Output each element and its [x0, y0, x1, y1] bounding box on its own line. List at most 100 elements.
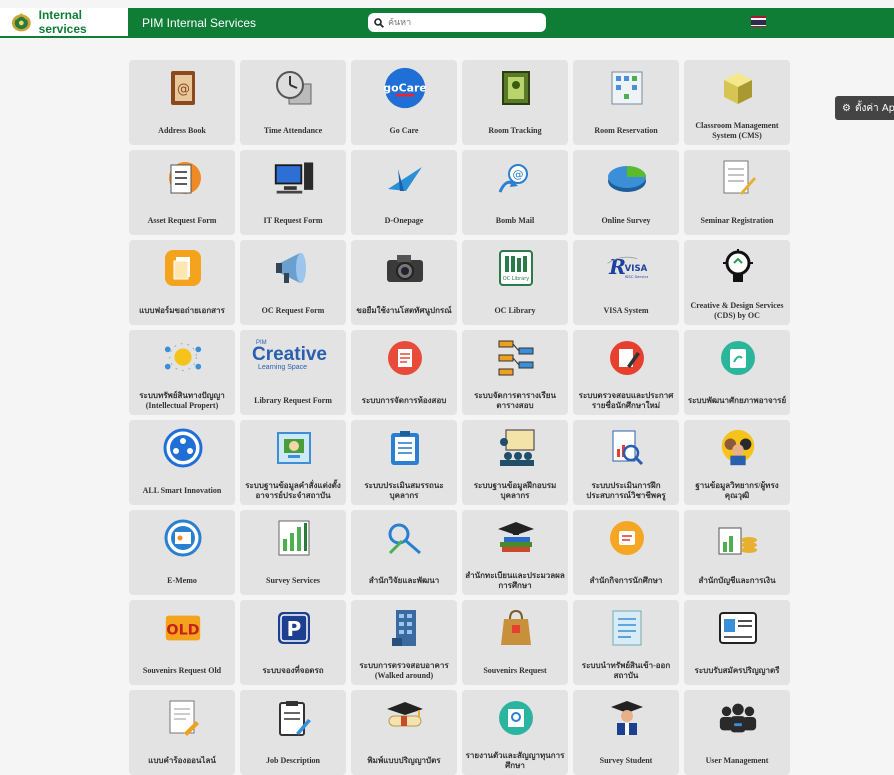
- service-tile[interactable]: R VISA ISSC Service VISA System: [573, 240, 679, 325]
- service-tile[interactable]: OC Library OC Library: [462, 240, 568, 325]
- service-tile[interactable]: ระบบตรวจสอบและประกาศรายชื่อนักศึกษาใหม่: [573, 330, 679, 415]
- service-tile[interactable]: แบบฟอร์มขอถ่ายเอกสาร: [129, 240, 235, 325]
- service-tile-label: สำนักกิจการนักศึกษา: [589, 576, 663, 585]
- service-tile-label: D-Onepage: [384, 216, 424, 225]
- service-tile[interactable]: Online Survey: [573, 150, 679, 235]
- service-tile[interactable]: Room Tracking: [462, 60, 568, 145]
- request-document-icon: [162, 698, 204, 738]
- floor-plan-icon: [606, 68, 648, 108]
- service-tile-label: Souvenirs Request: [483, 666, 547, 675]
- service-tile-label: Library Request Form: [254, 396, 332, 405]
- service-tile[interactable]: สำนักวิจัยและพัฒนา: [351, 510, 457, 595]
- svg-text:goCare: goCare: [384, 81, 426, 94]
- service-tile-label: E-Memo: [167, 576, 197, 585]
- service-tile[interactable]: User Management: [684, 690, 790, 775]
- service-tile[interactable]: Asset Request Form: [129, 150, 235, 235]
- service-tile-label: Time Attendance: [263, 126, 323, 135]
- service-tile[interactable]: สำนักบัญชีและการเงิน: [684, 510, 790, 595]
- service-tile[interactable]: รายงานตัวและสัญญาทุนการศึกษา: [462, 690, 568, 775]
- service-tile[interactable]: ขอยืมใช้งานโสตทัศนูปกรณ์: [351, 240, 457, 325]
- clipboard-checklist-icon: [162, 158, 204, 198]
- service-tile-label: แบบฟอร์มขอถ่ายเอกสาร: [139, 306, 225, 315]
- search-input[interactable]: [388, 17, 538, 28]
- service-tile[interactable]: ALL Smart Innovation: [129, 420, 235, 505]
- service-tile-label: ระบบฐานข้อมูลฝึกอบรมบุคลากร: [473, 481, 557, 500]
- service-tile[interactable]: Classroom Management System (CMS): [684, 60, 790, 145]
- service-tile[interactable]: @ Address Book: [129, 60, 235, 145]
- service-tile[interactable]: พิมพ์แบบปริญญาบัตร: [351, 690, 457, 775]
- service-tile[interactable]: ระบบประเมินสมรรถนะบุคลากร: [351, 420, 457, 505]
- svg-text:@: @: [177, 82, 190, 97]
- pim-logo-icon: [11, 13, 31, 32]
- service-tile[interactable]: ฐานข้อมูลวิทยากร/ผู้ทรงคุณวุฒิ: [684, 420, 790, 505]
- service-tile-label: OC Library: [494, 306, 536, 315]
- app-settings-button[interactable]: ⚙ ตั้งค่า App: [835, 96, 894, 120]
- parking-icon: P: [273, 608, 315, 648]
- service-tile[interactable]: ระบบฐานข้อมูลฝึกอบรมบุคลากร: [462, 420, 568, 505]
- service-tile[interactable]: ระบบการตรวจสอบอาคาร (Walked around): [351, 600, 457, 685]
- service-tile-label: ระบบตรวจสอบและประกาศรายชื่อนักศึกษาใหม่: [578, 391, 674, 410]
- service-tile[interactable]: ระบบการจัดการห้องสอบ: [351, 330, 457, 415]
- gift-bag-icon: [495, 608, 537, 648]
- service-tile[interactable]: Creative & Design Services (CDS) by OC: [684, 240, 790, 325]
- visa-logo: R VISA ISSC Service: [606, 248, 648, 288]
- service-tile[interactable]: สำนักทะเบียนและประมวลผลการศึกษา: [462, 510, 568, 595]
- service-tile-label: ระบบประเมินสมรรถนะบุคลากร: [364, 481, 444, 500]
- service-tile[interactable]: ระบบนำทรัพย์สินเข้า-ออก สถาบัน: [573, 600, 679, 685]
- service-tile[interactable]: ระบบฐานข้อมูลคำสั่งแต่งตั้งอาจารย์ประจำส…: [240, 420, 346, 505]
- flowchart-icon: [495, 338, 537, 378]
- service-tile[interactable]: ระบบรับสมัครปริญญาตรี: [684, 600, 790, 685]
- service-tile[interactable]: สำนักกิจการนักศึกษา: [573, 510, 679, 595]
- service-tile[interactable]: Seminar Registration: [684, 150, 790, 235]
- service-tile[interactable]: goCare Go Care: [351, 60, 457, 145]
- service-tile[interactable]: P ระบบจองที่จอดรถ: [240, 600, 346, 685]
- service-tile[interactable]: ระบบประเมินการฝึกประสบการณ์วิชาชีพครู: [573, 420, 679, 505]
- service-tile[interactable]: Room Reservation: [573, 60, 679, 145]
- research-tools-icon: [384, 518, 426, 558]
- settings-label: ตั้งค่า App: [854, 102, 894, 114]
- scholarship-icon: [495, 698, 537, 738]
- gear-icon: ⚙: [842, 102, 851, 114]
- service-tile[interactable]: E-Memo: [129, 510, 235, 595]
- application-form-icon: [717, 608, 759, 648]
- notepad-pencil-icon: [717, 158, 759, 198]
- student-affairs-icon: [606, 518, 648, 558]
- search-box[interactable]: [368, 13, 546, 32]
- service-tile[interactable]: PIM Creative Learning Space Library Request…: [240, 330, 346, 415]
- service-tile-label: ALL Smart Innovation: [142, 486, 222, 495]
- address-book-icon: @: [162, 68, 204, 108]
- evaluation-clipboard-icon: [384, 428, 426, 468]
- service-tile-label: Online Survey: [601, 216, 651, 225]
- thai-flag-icon[interactable]: [751, 16, 766, 27]
- service-tile[interactable]: Survey Student: [573, 690, 679, 775]
- service-tile[interactable]: OC Request Form: [240, 240, 346, 325]
- service-tile-label: Go Care: [389, 126, 419, 135]
- room-frame-icon: [495, 68, 537, 108]
- service-tile[interactable]: @ Bomb Mail: [462, 150, 568, 235]
- service-tile[interactable]: IT Request Form: [240, 150, 346, 235]
- service-tile-label: Asset Request Form: [147, 216, 217, 225]
- service-tile[interactable]: ระบบจัดการตารางเรียน ตารางสอบ: [462, 330, 568, 415]
- search-report-icon: [606, 428, 648, 468]
- service-tile-label: Classroom Management System (CMS): [695, 121, 779, 140]
- service-tile[interactable]: Time Attendance: [240, 60, 346, 145]
- service-tile[interactable]: แบบคำร้องออนไลน์: [129, 690, 235, 775]
- section-title[interactable]: PIM Internal Services: [142, 8, 256, 38]
- service-tile[interactable]: Job Description: [240, 690, 346, 775]
- training-icon: [495, 428, 537, 468]
- library-books-icon: OC Library: [495, 248, 537, 288]
- growth-icon: [717, 338, 759, 378]
- service-tile[interactable]: ระบบพัฒนาศักยภาพอาจารย์: [684, 330, 790, 415]
- experts-icon: [717, 428, 759, 468]
- service-tile-label: ระบบทรัพย์สินทางปัญญา (Intellectual Prop…: [139, 391, 225, 410]
- service-tile[interactable]: OLD Souvenirs Request Old: [129, 600, 235, 685]
- service-tile-label: Survey Student: [599, 756, 653, 765]
- service-tile-label: User Management: [705, 756, 769, 765]
- brand-tab[interactable]: Internal services: [0, 8, 128, 38]
- service-tile[interactable]: ระบบทรัพย์สินทางปัญญา (Intellectual Prop…: [129, 330, 235, 415]
- exam-list-icon: [384, 338, 426, 378]
- service-tile[interactable]: Survey Services: [240, 510, 346, 595]
- service-tile[interactable]: Souvenirs Request: [462, 600, 568, 685]
- service-tile-label: พิมพ์แบบปริญญาบัตร: [367, 756, 441, 765]
- service-tile[interactable]: D-Onepage: [351, 150, 457, 235]
